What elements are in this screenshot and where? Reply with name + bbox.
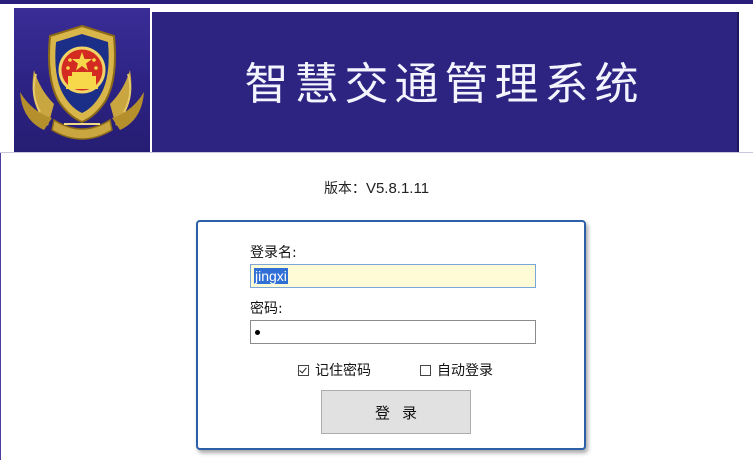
password-input[interactable]: • [250, 320, 536, 344]
username-input[interactable]: jingxi [250, 264, 536, 288]
password-label: 密码: [250, 301, 283, 317]
app-title: 智慧交通管理系统 [244, 59, 645, 110]
title-banner: 智慧交通管理系统 [152, 12, 737, 152]
username-label: 登录名: [250, 245, 297, 261]
auto-login-label: 自动登录 [437, 363, 493, 379]
remember-password-checkbox[interactable]: 记住密码 [298, 360, 371, 380]
checkbox-checked-icon [298, 364, 309, 376]
app-header: 智慧交通管理系统 [0, 4, 753, 152]
auto-login-checkbox[interactable]: 自动登录 [420, 360, 493, 380]
login-button[interactable]: 登录 [321, 390, 471, 434]
version-value: V5.8.1.11 [365, 180, 430, 197]
password-mask [255, 330, 260, 335]
banner-edge [737, 12, 739, 152]
username-value: jingxi [254, 268, 288, 284]
header-divider [0, 152, 753, 153]
police-emblem-icon [14, 8, 150, 152]
remember-password-label: 记住密码 [315, 363, 371, 379]
login-panel: 登录名: jingxi 密码: • 记住密码 自动登录 登录 [196, 220, 586, 450]
checkbox-unchecked-icon [420, 364, 431, 376]
version-info: 版本：V5.8.1.11 [0, 178, 753, 198]
version-label: 版本： [323, 181, 366, 197]
